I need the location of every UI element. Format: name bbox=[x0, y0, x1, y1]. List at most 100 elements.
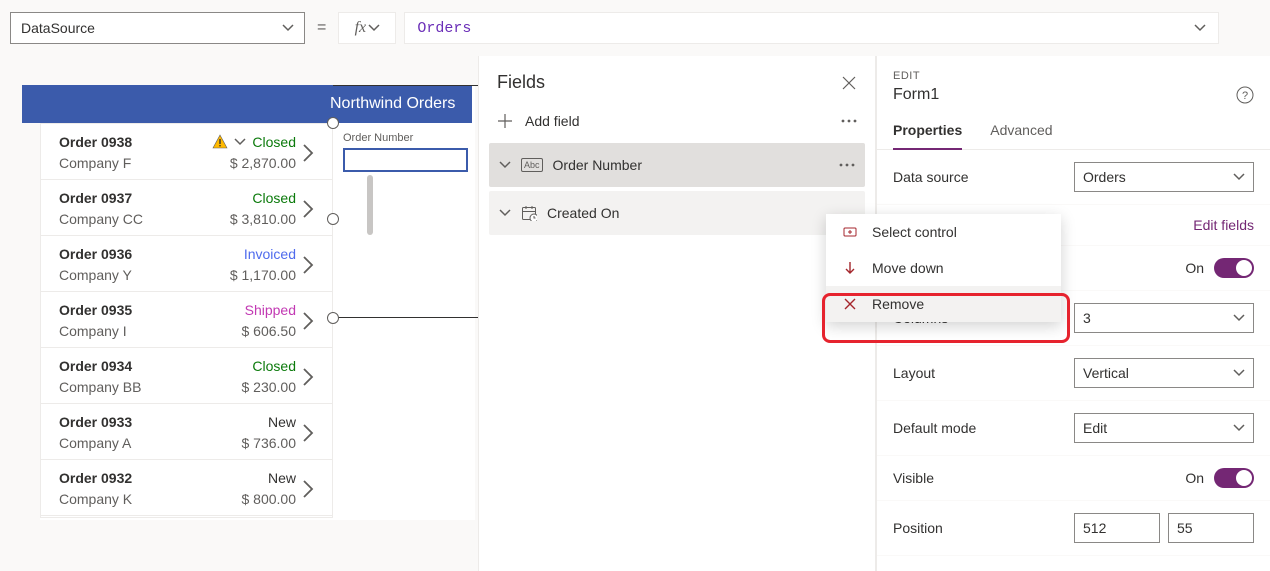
fields-pane: Fields Add field Abc Order Number Create… bbox=[478, 56, 876, 571]
order-title: Order 0934 bbox=[59, 358, 242, 374]
text-type-icon: Abc bbox=[521, 158, 543, 172]
order-title: Order 0937 bbox=[59, 190, 230, 206]
order-price: $ 2,870.00 bbox=[212, 155, 296, 171]
more-icon[interactable] bbox=[841, 119, 857, 123]
default-mode-value: Edit bbox=[1083, 420, 1107, 436]
chevron-right-icon[interactable] bbox=[296, 199, 320, 219]
visible-toggle[interactable] bbox=[1214, 468, 1254, 488]
order-company: Company Y bbox=[59, 267, 230, 283]
chevron-right-icon[interactable] bbox=[296, 423, 320, 443]
gallery-row[interactable]: Order 0936InvoicedCompany Y$ 1,170.00 bbox=[41, 236, 332, 292]
help-icon[interactable]: ? bbox=[1236, 86, 1254, 104]
default-mode-select[interactable]: Edit bbox=[1074, 413, 1254, 443]
control-type-label: EDIT bbox=[877, 56, 1270, 84]
layout-value: Vertical bbox=[1083, 365, 1129, 381]
order-gallery[interactable]: Order 0938ClosedCompany F$ 2,870.00Order… bbox=[40, 123, 333, 518]
prop-label-layout: Layout bbox=[893, 365, 935, 381]
prop-label-data-source: Data source bbox=[893, 169, 968, 185]
chevron-down-icon bbox=[1194, 22, 1206, 34]
fx-label: fx bbox=[355, 19, 367, 37]
menu-remove[interactable]: Remove bbox=[826, 286, 1061, 322]
datacard-input[interactable] bbox=[343, 148, 468, 172]
order-status: Closed bbox=[212, 134, 296, 150]
order-status: New bbox=[242, 414, 297, 430]
position-x-input[interactable]: 512 bbox=[1074, 513, 1160, 543]
field-context-menu: Select control Move down Remove bbox=[826, 214, 1061, 322]
chevron-down-icon bbox=[1233, 312, 1245, 324]
add-field-button[interactable]: Add field bbox=[497, 113, 579, 129]
tab-properties[interactable]: Properties bbox=[893, 114, 962, 150]
chevron-down-icon bbox=[499, 159, 511, 171]
columns-select[interactable]: 3 bbox=[1074, 303, 1254, 333]
chevron-right-icon[interactable] bbox=[296, 479, 320, 499]
chevron-down-icon bbox=[282, 22, 294, 34]
field-item-created-on[interactable]: Created On bbox=[489, 191, 865, 235]
property-selector-value: DataSource bbox=[21, 20, 95, 36]
close-icon[interactable] bbox=[841, 75, 857, 91]
order-status: Invoiced bbox=[230, 246, 296, 262]
menu-move-down[interactable]: Move down bbox=[826, 250, 1061, 286]
control-name: Form1 bbox=[893, 86, 939, 104]
warning-icon bbox=[212, 134, 228, 150]
position-y-input[interactable]: 55 bbox=[1168, 513, 1254, 543]
order-title: Order 0938 bbox=[59, 134, 212, 150]
layout-select[interactable]: Vertical bbox=[1074, 358, 1254, 388]
close-icon bbox=[842, 296, 858, 312]
chevron-down-icon bbox=[1233, 367, 1245, 379]
fx-button[interactable]: fx bbox=[338, 12, 396, 44]
property-selector[interactable]: DataSource bbox=[10, 12, 305, 44]
chevron-down-icon bbox=[368, 22, 380, 34]
chevron-down-icon bbox=[499, 207, 511, 219]
data-source-select[interactable]: Orders bbox=[1074, 162, 1254, 192]
order-status: Closed bbox=[230, 190, 296, 206]
order-title: Order 0935 bbox=[59, 302, 242, 318]
menu-label: Select control bbox=[872, 224, 957, 240]
data-source-value: Orders bbox=[1083, 169, 1126, 185]
more-icon[interactable] bbox=[839, 163, 855, 167]
visible-toggle-label: On bbox=[1185, 470, 1204, 486]
order-price: $ 1,170.00 bbox=[230, 267, 296, 283]
chevron-right-icon[interactable] bbox=[296, 255, 320, 275]
gallery-row[interactable]: Order 0934ClosedCompany BB$ 230.00 bbox=[41, 348, 332, 404]
chevron-right-icon[interactable] bbox=[296, 367, 320, 387]
prop-label-default-mode: Default mode bbox=[893, 420, 976, 436]
canvas[interactable]: Northwind Orders Order 0938ClosedCompany… bbox=[40, 85, 475, 520]
prop-label-position: Position bbox=[893, 520, 943, 536]
order-price: $ 3,810.00 bbox=[230, 211, 296, 227]
gallery-row[interactable]: Order 0933NewCompany A$ 736.00 bbox=[41, 404, 332, 460]
order-price: $ 230.00 bbox=[242, 379, 297, 395]
selection-handle[interactable] bbox=[327, 312, 339, 324]
snap-toggle[interactable] bbox=[1214, 258, 1254, 278]
gallery-row[interactable]: Order 0935ShippedCompany I$ 606.50 bbox=[41, 292, 332, 348]
select-icon bbox=[842, 224, 858, 240]
arrow-down-icon bbox=[842, 260, 858, 276]
selection-handle[interactable] bbox=[327, 117, 339, 129]
snap-toggle-label: On bbox=[1185, 260, 1204, 276]
gallery-row[interactable]: Order 0932NewCompany K$ 800.00 bbox=[41, 460, 332, 516]
plus-icon bbox=[497, 113, 513, 129]
add-field-label: Add field bbox=[525, 113, 579, 129]
order-company: Company CC bbox=[59, 211, 230, 227]
chevron-down-icon bbox=[1233, 171, 1245, 183]
chevron-right-icon[interactable] bbox=[296, 143, 320, 163]
selection-handle[interactable] bbox=[327, 213, 339, 225]
order-company: Company K bbox=[59, 491, 242, 507]
field-item-order-number[interactable]: Abc Order Number bbox=[489, 143, 865, 187]
field-label: Created On bbox=[547, 205, 619, 221]
order-title: Order 0932 bbox=[59, 470, 242, 486]
gallery-row[interactable]: Order 0938ClosedCompany F$ 2,870.00 bbox=[41, 124, 332, 180]
order-title: Order 0936 bbox=[59, 246, 230, 262]
menu-select-control[interactable]: Select control bbox=[826, 214, 1061, 250]
order-status: Closed bbox=[242, 358, 297, 374]
tab-advanced[interactable]: Advanced bbox=[990, 114, 1052, 149]
field-label: Order Number bbox=[553, 157, 642, 173]
menu-label: Move down bbox=[872, 260, 944, 276]
formula-input[interactable]: Orders bbox=[404, 12, 1219, 44]
edit-fields-link[interactable]: Edit fields bbox=[1193, 217, 1254, 233]
prop-label-visible: Visible bbox=[893, 470, 934, 486]
order-price: $ 736.00 bbox=[242, 435, 297, 451]
property-tabs: Properties Advanced bbox=[877, 114, 1270, 150]
gallery-row[interactable]: Order 0937ClosedCompany CC$ 3,810.00 bbox=[41, 180, 332, 236]
chevron-right-icon[interactable] bbox=[296, 311, 320, 331]
order-price: $ 800.00 bbox=[242, 491, 297, 507]
